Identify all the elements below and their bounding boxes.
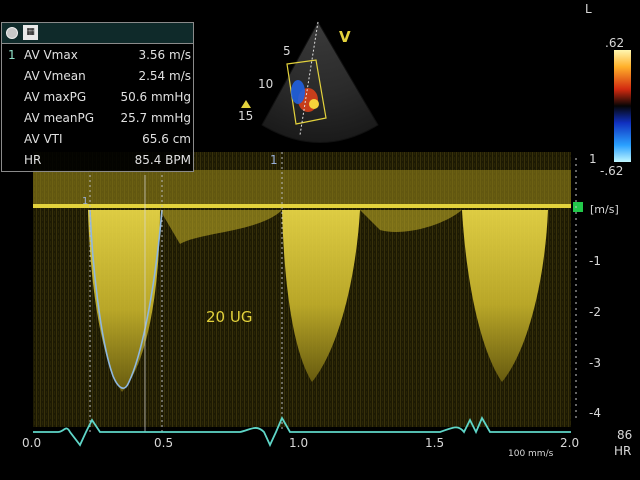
time-tick-0-5: 0.5: [154, 436, 174, 450]
measurement-value: 85.4 BPM: [134, 153, 191, 167]
measurement-row-vti: AV VTI 65.6 cm: [2, 129, 195, 149]
velocity-tick-minus-1: -1: [589, 254, 601, 268]
velocity-tick-minus-3: -3: [589, 356, 601, 370]
velocity-tick-minus-2: -2: [589, 305, 601, 319]
depth-label-10: 10: [258, 77, 274, 91]
measurement-row-maxpg: AV maxPG 50.6 mmHg: [2, 87, 195, 107]
gain-label: 20 UG: [206, 308, 253, 326]
panel-close-icon[interactable]: [6, 27, 18, 39]
measurement-value: 3.56 m/s: [138, 48, 191, 62]
depth-label-5: 5: [283, 44, 291, 58]
measurement-value: 65.6 cm: [142, 132, 191, 146]
time-tick-2-0: 2.0: [560, 436, 580, 450]
heart-rate-unit: HR: [614, 444, 632, 458]
measurement-label: AV meanPG: [24, 111, 95, 125]
measurement-value: 50.6 mmHg: [120, 90, 191, 104]
cursor-label: 1: [270, 153, 278, 167]
orientation-label: L: [585, 2, 592, 16]
sector-marker-label: V: [339, 28, 351, 46]
time-tick-0: 0.0: [22, 436, 42, 450]
velocity-unit: [m/s]: [590, 203, 619, 216]
depth-label-15: 15: [238, 109, 254, 123]
sweep-speed-label: 100 mm/s: [508, 449, 554, 459]
measurement-row-hr: HR 85.4 BPM: [2, 150, 195, 170]
baseline: [33, 204, 571, 208]
time-tick-1-5: 1.5: [425, 436, 445, 450]
caliper-label: 1: [82, 196, 89, 207]
measurement-index: 1: [8, 48, 16, 62]
measurement-row-vmax: 1 AV Vmax 3.56 m/s: [2, 45, 195, 65]
velocity-tick-minus-4: -4: [589, 406, 601, 420]
sector-orientation-marker: [241, 100, 251, 108]
measurement-row-vmean: AV Vmean 2.54 m/s: [2, 66, 195, 86]
measurement-value: 25.7 mmHg: [120, 111, 191, 125]
color-bar-top-label: .62: [605, 36, 625, 50]
color-flow-yellow: [309, 99, 319, 109]
color-bar-bottom-label: -.62: [600, 164, 624, 178]
measurement-panel-header: ▦: [2, 23, 193, 44]
measurement-label: AV Vmax: [24, 48, 78, 62]
time-tick-1-0: 1.0: [289, 436, 309, 450]
measurement-label: AV maxPG: [24, 90, 87, 104]
heart-rate-value: 86: [617, 428, 633, 442]
measurement-panel: ▦ 1 AV Vmax 3.56 m/s AV Vmean 2.54 m/s A…: [1, 22, 194, 172]
upper-band: [33, 170, 571, 204]
baseline-marker[interactable]: [573, 202, 583, 212]
measurement-label: HR: [24, 153, 42, 167]
measurement-label: AV Vmean: [24, 69, 86, 83]
color-flow-blue: [291, 80, 305, 104]
color-velocity-bar: [614, 50, 631, 162]
measurement-row-meanpg: AV meanPG 25.7 mmHg: [2, 108, 195, 128]
velocity-tick-1: 1: [589, 152, 597, 166]
measurement-label: AV VTI: [24, 132, 63, 146]
panel-settings-icon[interactable]: ▦: [23, 25, 38, 40]
measurement-value: 2.54 m/s: [138, 69, 191, 83]
